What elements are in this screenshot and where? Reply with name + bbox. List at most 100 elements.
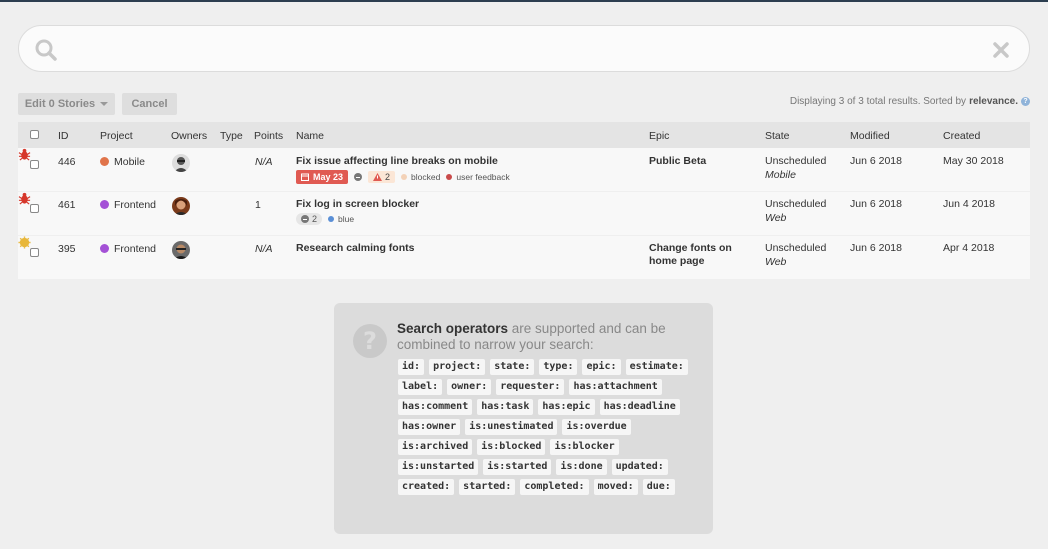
deadline-badge[interactable]: May 23: [296, 170, 349, 184]
header-modified[interactable]: Modified: [850, 130, 890, 142]
state-text: Unscheduled: [765, 242, 827, 254]
story-name-link[interactable]: Fix log in screen blocker: [296, 198, 419, 210]
close-icon[interactable]: [993, 42, 1009, 58]
row-checkbox[interactable]: [30, 160, 39, 169]
operator-chip[interactable]: is:done: [556, 459, 607, 475]
operator-chip[interactable]: has:attachment: [569, 379, 662, 395]
comment-count-badge[interactable]: 2: [296, 213, 323, 225]
table-row[interactable]: 395 Frontend N/A Research calming fonts …: [18, 236, 1030, 280]
operator-chip[interactable]: estimate:: [625, 359, 688, 375]
header-type[interactable]: Type: [220, 130, 243, 142]
modified-date: Jun 6 2018: [850, 155, 902, 167]
svg-text:?: ?: [363, 327, 377, 355]
modified-date: Jun 6 2018: [850, 198, 902, 210]
operator-chip[interactable]: has:deadline: [599, 399, 680, 415]
story-points: N/A: [255, 156, 273, 168]
cancel-label: Cancel: [131, 98, 168, 110]
search-operators-panel: ? Search operators are supported and can…: [334, 303, 713, 534]
row-checkbox[interactable]: [30, 248, 39, 257]
operator-chip[interactable]: type:: [539, 359, 578, 375]
operator-chip[interactable]: is:overdue: [562, 419, 631, 435]
avatar[interactable]: [172, 241, 190, 259]
operator-chip[interactable]: is:unestimated: [465, 419, 558, 435]
operator-chip[interactable]: has:owner: [398, 419, 461, 435]
operators-list: id: project: state: type: epic: estimate: labe…: [398, 359, 698, 495]
edit-stories-label: Edit 0 Stories: [24, 98, 96, 110]
operator-chip[interactable]: label:: [398, 379, 443, 395]
header-created[interactable]: Created: [943, 130, 980, 142]
operator-chip[interactable]: owner:: [447, 379, 492, 395]
story-name-link[interactable]: Fix issue affecting line breaks on mobil…: [296, 155, 498, 167]
avatar[interactable]: [172, 197, 190, 215]
operator-chip[interactable]: started:: [459, 479, 516, 495]
state-workflow: Mobile: [765, 169, 796, 181]
label-tag[interactable]: user feedback: [446, 172, 510, 182]
created-date: Jun 4 2018: [943, 198, 995, 210]
state-workflow: Web: [765, 256, 787, 268]
project-name: Frontend: [114, 199, 157, 211]
operator-chip[interactable]: has:comment: [398, 399, 473, 415]
story-id: 395: [58, 243, 76, 255]
created-date: Apr 4 2018: [943, 242, 995, 254]
header-id[interactable]: ID: [58, 130, 69, 142]
table-row[interactable]: 461 Frontend 1 Fix log in screen blocker…: [18, 192, 1030, 236]
header-owners[interactable]: Owners: [171, 130, 207, 142]
table-row[interactable]: 446 Mobile N/A Fix issue affecting line …: [18, 148, 1030, 192]
operator-chip[interactable]: is:blocker: [550, 439, 619, 455]
minus-circle-icon: [354, 173, 363, 181]
operator-chip[interactable]: has:task: [477, 399, 534, 415]
row-checkbox[interactable]: [30, 204, 39, 213]
story-id: 446: [58, 156, 76, 168]
operator-chip[interactable]: requester:: [496, 379, 565, 395]
label-dot: [328, 216, 335, 222]
project-cell: Mobile: [100, 156, 145, 168]
blocker-count: 2: [385, 172, 391, 182]
blocker-badge[interactable]: 2: [368, 171, 396, 183]
operator-chip[interactable]: is:blocked: [477, 439, 546, 455]
operator-chip[interactable]: is:archived: [398, 439, 473, 455]
header-state[interactable]: State: [765, 130, 790, 142]
sort-link[interactable]: relevance.: [969, 96, 1018, 107]
operator-chip[interactable]: due:: [642, 479, 675, 495]
story-tags: 2 blue: [296, 213, 354, 225]
avatar[interactable]: [172, 154, 190, 172]
operator-chip[interactable]: epic:: [582, 359, 621, 375]
operator-chip[interactable]: moved:: [593, 479, 638, 495]
project-cell: Frontend: [100, 199, 156, 211]
cancel-button[interactable]: Cancel: [122, 93, 177, 115]
story-points: 1: [255, 199, 261, 211]
header-epic[interactable]: Epic: [649, 130, 669, 142]
operator-chip[interactable]: is:started: [483, 459, 552, 475]
epic-name-line2[interactable]: home page: [649, 255, 704, 267]
project-name: Mobile: [114, 156, 145, 168]
operator-chip[interactable]: completed:: [520, 479, 589, 495]
comment-count: 2: [312, 214, 318, 224]
operator-chip[interactable]: has:epic: [538, 399, 595, 415]
operator-chip[interactable]: updated:: [611, 459, 668, 475]
header-project[interactable]: Project: [100, 130, 133, 142]
modified-date: Jun 6 2018: [850, 242, 902, 254]
story-id: 461: [58, 199, 76, 211]
epic-name[interactable]: Public Beta: [649, 155, 706, 167]
operator-chip[interactable]: project:: [429, 359, 486, 375]
operator-chip[interactable]: state:: [490, 359, 535, 375]
story-name-link[interactable]: Research calming fonts: [296, 242, 414, 254]
header-points[interactable]: Points: [254, 130, 283, 142]
warning-icon: [373, 173, 383, 181]
label-text: user feedback: [456, 172, 510, 182]
select-all-checkbox[interactable]: [30, 130, 39, 139]
feature-icon: [18, 236, 31, 249]
header-name[interactable]: Name: [296, 130, 324, 142]
label-tag[interactable]: blocked: [401, 172, 440, 182]
epic-name-line1[interactable]: Change fonts on: [649, 242, 732, 254]
operator-chip[interactable]: id:: [398, 359, 425, 375]
operator-chip[interactable]: is:unstarted: [398, 459, 479, 475]
operator-chip[interactable]: created:: [398, 479, 455, 495]
search-input[interactable]: [75, 38, 975, 60]
edit-stories-button[interactable]: Edit 0 Stories: [18, 93, 115, 115]
state-workflow: Web: [765, 212, 787, 224]
label-tag[interactable]: blue: [328, 214, 354, 224]
top-border: [0, 0, 1048, 2]
help-icon[interactable]: ?: [1021, 97, 1030, 106]
operators-heading-bold: Search operators: [397, 321, 509, 336]
